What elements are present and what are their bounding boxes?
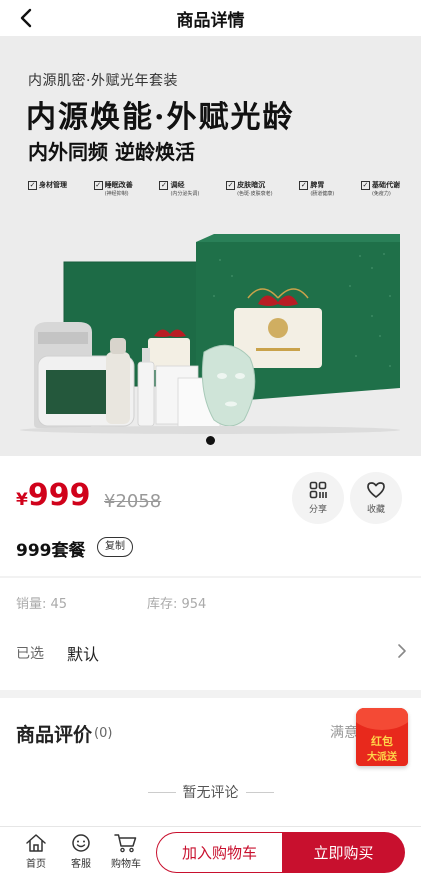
favorite-label: 收藏 (366, 505, 385, 515)
red-envelope-icon (356, 708, 408, 730)
reviews-satisfaction-link[interactable]: 满意 (330, 722, 358, 742)
selected-spec-row[interactable]: 已选 默认 (0, 630, 421, 678)
sales-count: 销量: 45 (16, 597, 68, 612)
red-envelope-promo-button[interactable]: 红包 大派送 (356, 708, 408, 766)
add-to-cart-button[interactable]: 加入购物车 (156, 832, 282, 873)
home-icon (26, 834, 46, 852)
selected-label: 已选 (16, 646, 44, 662)
top-bar: 商品详情 (0, 0, 421, 36)
current-price: ¥999 (16, 478, 91, 513)
selected-value: 默认 (67, 645, 100, 664)
qr-share-icon (309, 481, 327, 499)
page-title: 商品详情 (176, 11, 245, 31)
nav-cart-label: 购物车 (111, 859, 141, 870)
nav-home[interactable]: 首页 (16, 833, 56, 870)
product-gift-set-image (20, 234, 400, 434)
product-name: 999套餐 (16, 541, 86, 561)
shopping-cart-icon (114, 834, 137, 853)
original-price: ¥2058 (104, 491, 162, 512)
nav-cart[interactable]: 购物车 (106, 833, 146, 870)
copy-button[interactable]: 复制 (97, 537, 133, 557)
product-image-carousel[interactable]: 内源肌密·外赋光年套装 内源焕能·外赋光龄 内外同频 逆龄焕活 ✓ 身材管理 ✓ 睡… (0, 36, 421, 456)
reviews-count: (0) (94, 726, 113, 741)
chevron-right-icon (398, 644, 406, 658)
heart-icon (367, 482, 385, 498)
nav-home-label: 首页 (26, 859, 46, 870)
bottom-action-bar: 首页 客服 购物车 加入购物车 立即购买 (0, 826, 421, 875)
nav-service-label: 客服 (71, 859, 91, 870)
share-button[interactable]: 分享 (292, 472, 344, 524)
price-section: ¥999 ¥2058 分享 收藏 999套餐 复制 (0, 456, 421, 576)
product-info-section: 销量: 45 库存: 954 已选 默认 (0, 578, 421, 690)
smiley-service-icon (72, 834, 90, 852)
carousel-indicator-dot[interactable] (206, 436, 215, 445)
no-reviews-text: 暂无评论 (182, 785, 239, 801)
buy-now-button[interactable]: 立即购买 (282, 832, 405, 873)
nav-customer-service[interactable]: 客服 (61, 833, 101, 870)
share-label: 分享 (308, 505, 327, 515)
reviews-title: 商品评价 (16, 724, 93, 746)
favorite-button[interactable]: 收藏 (350, 472, 402, 524)
stock-count: 库存: 954 (147, 597, 207, 612)
